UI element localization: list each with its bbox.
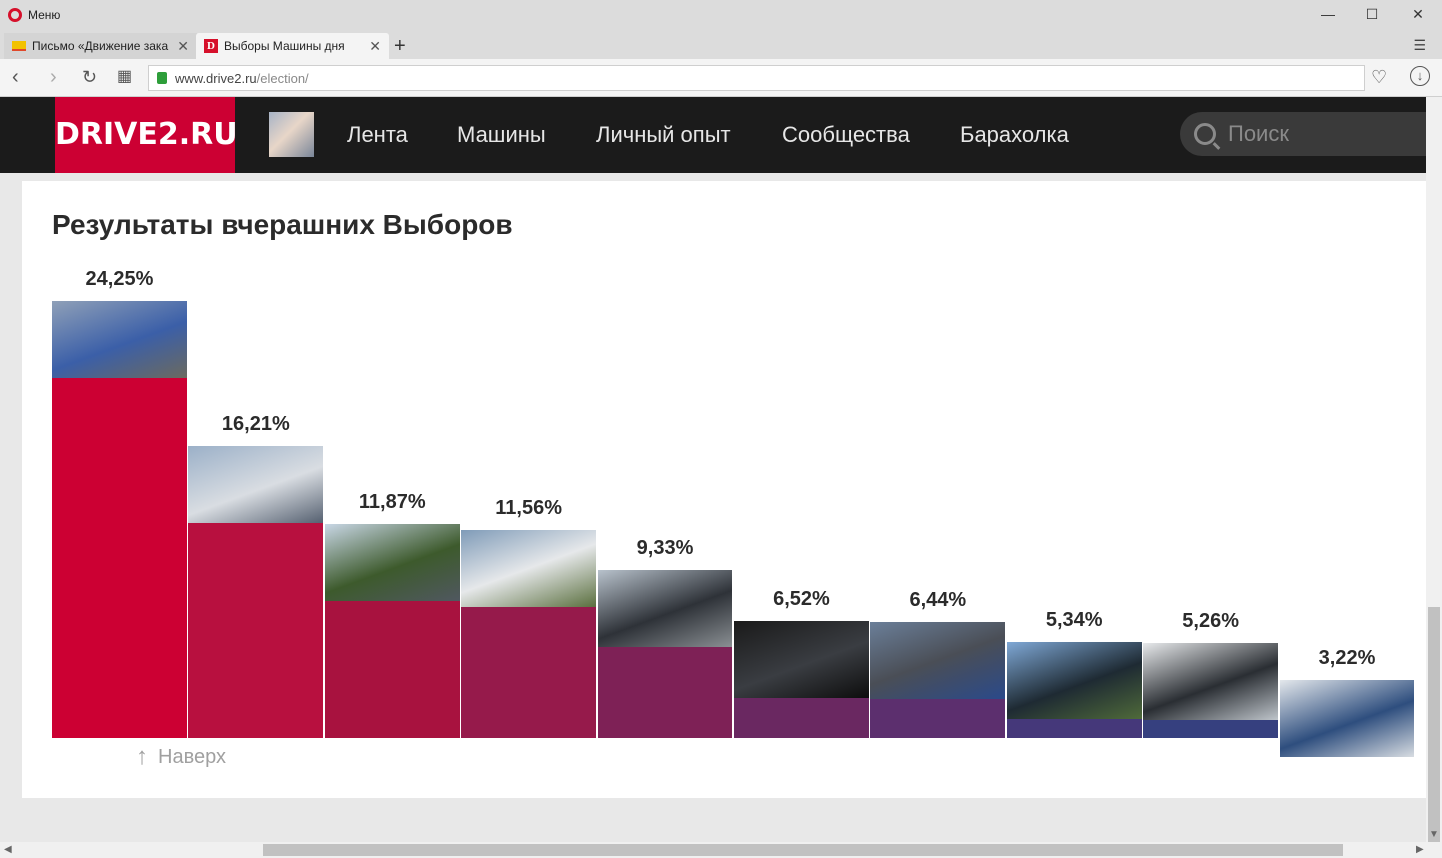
scroll-left-icon[interactable]: ◀ [4, 844, 12, 855]
site-logo[interactable]: DRIVE2.RU [55, 97, 238, 173]
car-photo[interactable] [52, 301, 187, 378]
page-title: Результаты вчерашних Выборов [52, 209, 513, 240]
tab-menu-icon[interactable]: ☰ [1413, 37, 1426, 54]
tab-close-icon[interactable]: ✕ [369, 38, 381, 55]
car-photo[interactable] [597, 569, 733, 647]
car-photo[interactable] [461, 529, 597, 607]
browser-menu-label: Меню [28, 8, 61, 22]
chart-bar[interactable] [324, 524, 460, 738]
address-bar: ‹ › ↻ ▦ www.drive2.ru/election/ ♡ ↓ [0, 59, 1442, 97]
chart-data-label: 11,87% [358, 491, 426, 514]
search-input[interactable]: Поиск [1180, 112, 1426, 156]
forward-icon[interactable]: › [50, 67, 57, 87]
drive2-favicon-icon: D [204, 39, 218, 53]
vertical-scrollbar[interactable]: ▼ [1426, 97, 1442, 857]
tab-label: Письмо «Движение зака [32, 39, 169, 53]
scroll-down-icon[interactable]: ▼ [1429, 829, 1439, 840]
chart-bar[interactable] [597, 569, 733, 738]
arrow-up-icon: ↑ [136, 743, 148, 770]
car-photo[interactable] [324, 524, 460, 602]
chart-bar[interactable] [188, 445, 324, 738]
lock-icon [157, 72, 167, 84]
chart-bar[interactable] [1279, 679, 1415, 757]
search-placeholder: Поиск [1228, 121, 1289, 146]
avatar[interactable] [269, 112, 314, 157]
chart-bar[interactable] [1006, 641, 1142, 738]
car-photo[interactable] [734, 620, 869, 698]
chart-bar[interactable] [52, 301, 187, 738]
url-field[interactable]: www.drive2.ru/election/ [148, 65, 1365, 91]
car-photo[interactable] [188, 445, 324, 523]
vertical-scroll-thumb[interactable] [1428, 607, 1440, 857]
tab-bar: Письмо «Движение зака ✕ D Выборы Машины … [0, 33, 1442, 59]
scroll-right-icon[interactable]: ▶ [1416, 844, 1424, 855]
maximize-icon[interactable]: ☐ [1362, 6, 1382, 23]
nav-item-communities[interactable]: Сообщества [782, 97, 910, 173]
opera-logo-icon [8, 8, 22, 22]
tab-election[interactable]: D Выборы Машины дня ✕ [196, 33, 389, 59]
nav-item-cars[interactable]: Машины [457, 97, 546, 173]
search-icon [1194, 123, 1216, 145]
nav-item-market[interactable]: Барахолка [960, 97, 1069, 173]
download-icon[interactable]: ↓ [1410, 66, 1430, 86]
browser-menu-button[interactable]: Меню [8, 8, 60, 22]
back-to-top-link[interactable]: ↑ Наверх [136, 743, 226, 771]
site-header: DRIVE2.RU Лента Машины Личный опыт Сообщ… [0, 97, 1426, 173]
chart-data-label: 16,21% [221, 412, 290, 435]
chart-data-label: 5,26% [1182, 610, 1239, 633]
back-to-top-label: Наверх [158, 745, 226, 768]
car-photo[interactable] [870, 621, 1006, 699]
chart-data-label: 9,33% [636, 536, 694, 559]
chart-bar[interactable] [1143, 643, 1279, 738]
nav-item-experience[interactable]: Личный опыт [596, 97, 731, 173]
bookmark-heart-icon[interactable]: ♡ [1371, 67, 1387, 88]
horizontal-scrollbar[interactable]: ◀ ▶ [0, 842, 1442, 858]
tab-mail[interactable]: Письмо «Движение зака ✕ [4, 33, 197, 59]
chart-bar[interactable] [870, 621, 1006, 738]
chart-data-label: 5,34% [1045, 608, 1103, 631]
browser-titlebar: Меню — ☐ ✕ [0, 0, 1442, 33]
tab-close-icon[interactable]: ✕ [177, 38, 189, 55]
tab-label: Выборы Машины дня [224, 39, 345, 53]
chart-data-label: 3,22% [1318, 646, 1376, 669]
results-card: Результаты вчерашних Выборов 24,25% 16,21… [22, 181, 1426, 798]
chart-data-label: 24,25% [85, 268, 154, 290]
horizontal-scroll-thumb[interactable] [263, 844, 1343, 856]
reload-icon[interactable]: ↻ [82, 67, 97, 87]
car-photo[interactable] [1006, 641, 1142, 719]
nav-item-feed[interactable]: Лента [347, 97, 408, 173]
url-text: www.drive2.ru/election/ [175, 71, 309, 86]
chart-data-label: 6,44% [909, 588, 967, 611]
chart-data-label: 11,56% [495, 496, 562, 519]
url-path: /election/ [256, 70, 309, 86]
minimize-icon[interactable]: — [1318, 6, 1338, 22]
new-tab-icon[interactable]: + [394, 35, 406, 58]
speed-dial-icon[interactable]: ▦ [117, 67, 132, 87]
close-window-icon[interactable]: ✕ [1408, 6, 1428, 23]
car-photo[interactable] [1279, 679, 1415, 757]
chart-data-label: 6,52% [773, 587, 830, 610]
chart-bar[interactable] [734, 620, 869, 738]
url-host: www.drive2.ru [175, 70, 257, 86]
back-icon[interactable]: ‹ [12, 67, 19, 87]
mail-favicon-icon [12, 41, 26, 51]
chart-bar[interactable] [461, 529, 597, 738]
car-photo[interactable] [1143, 643, 1279, 721]
